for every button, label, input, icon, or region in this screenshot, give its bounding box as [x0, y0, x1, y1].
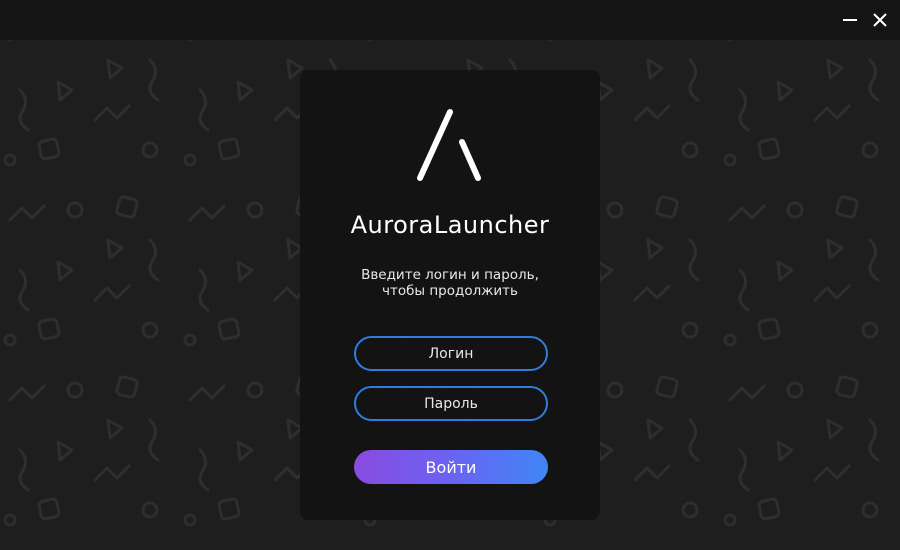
- title-bar[interactable]: [0, 0, 900, 40]
- login-card: AuroraLauncher Введите логин и пароль, ч…: [300, 70, 600, 520]
- login-subtitle: Введите логин и пароль, чтобы продолжить: [320, 267, 580, 299]
- app-title: AuroraLauncher: [350, 211, 550, 239]
- minimize-button[interactable]: [838, 8, 862, 32]
- close-button[interactable]: [868, 8, 892, 32]
- close-icon: [873, 13, 887, 27]
- launcher-window: AuroraLauncher Введите логин и пароль, ч…: [0, 0, 900, 550]
- minimize-icon: [843, 19, 857, 21]
- aurora-logo-icon: [417, 109, 481, 181]
- login-button[interactable]: Войти: [354, 450, 548, 484]
- subtitle-line-1: Введите логин и пароль,: [361, 267, 539, 283]
- subtitle-line-2: чтобы продолжить: [381, 283, 518, 299]
- login-input[interactable]: [354, 336, 548, 371]
- password-input[interactable]: [354, 386, 548, 421]
